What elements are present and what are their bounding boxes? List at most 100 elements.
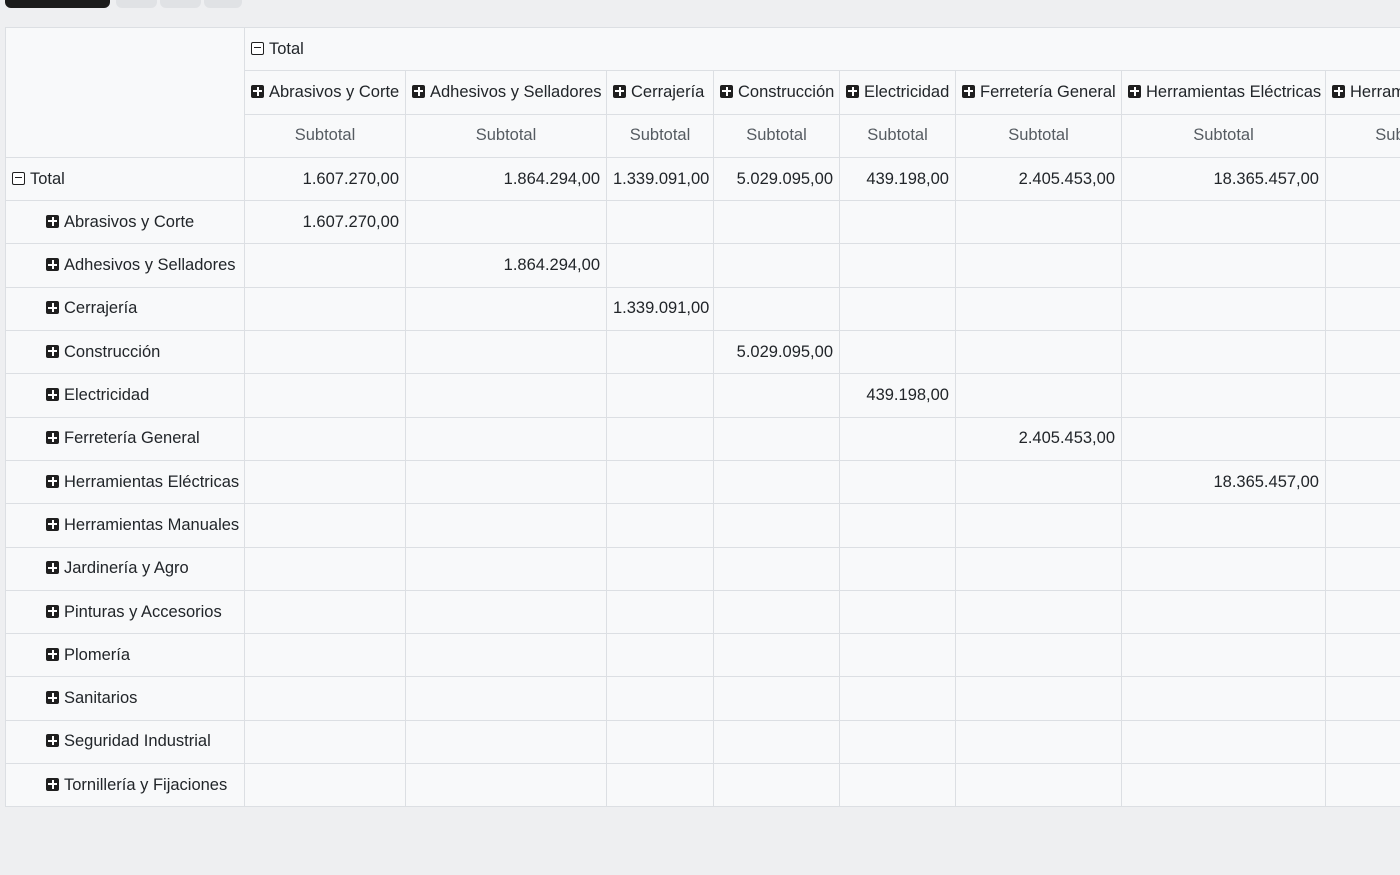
row-header-group[interactable]: Electricidad (5, 373, 245, 418)
pivot-cell[interactable]: 1.339.091,00 (606, 286, 714, 332)
measure-header-subtotal[interactable]: Subtotal (839, 113, 956, 158)
col-header-group[interactable]: Cerrajería (606, 70, 714, 115)
pivot-cell[interactable] (244, 633, 406, 678)
pivot-cell[interactable] (244, 589, 406, 635)
pivot-cell[interactable] (606, 459, 714, 505)
col-header-group[interactable]: Herramientas Manuales (1324, 70, 1400, 115)
pivot-cell[interactable] (839, 633, 956, 678)
pivot-cell[interactable] (1324, 503, 1400, 548)
pivot-cell[interactable] (1121, 676, 1326, 721)
pivot-cell[interactable] (1324, 589, 1400, 635)
pivot-cell[interactable] (244, 243, 406, 288)
pivot-cell[interactable] (405, 286, 607, 332)
pivot-cell[interactable] (1121, 589, 1326, 635)
row-header-group[interactable]: Jardinería y Agro (5, 546, 245, 591)
pivot-cell[interactable] (244, 459, 406, 505)
pivot-cell[interactable] (405, 589, 607, 635)
pivot-cell-total[interactable]: 5.029.095,00 (713, 156, 840, 202)
row-header-group[interactable]: Ferretería General (5, 416, 245, 461)
pivot-cell[interactable] (1121, 546, 1326, 591)
pivot-cell[interactable]: 18.365.457,00 (1121, 459, 1326, 505)
pivot-cell[interactable] (955, 373, 1122, 418)
pivot-cell[interactable] (1121, 200, 1326, 245)
pivot-cell[interactable] (244, 416, 406, 461)
measure-header-subtotal[interactable]: Subtotal (1121, 113, 1326, 158)
pivot-cell[interactable] (713, 243, 840, 288)
pivot-cell[interactable] (839, 676, 956, 721)
pivot-cell[interactable] (1121, 373, 1326, 418)
pivot-cell[interactable] (1324, 763, 1400, 808)
pivot-cell[interactable] (955, 719, 1122, 765)
row-header-group[interactable]: Construcción (5, 330, 245, 375)
pivot-cell[interactable] (955, 633, 1122, 678)
row-header-total[interactable]: Total (5, 156, 245, 202)
pivot-cell[interactable] (244, 676, 406, 721)
pivot-cell[interactable] (955, 459, 1122, 505)
pivot-cell[interactable] (713, 589, 840, 635)
pivot-cell[interactable] (713, 633, 840, 678)
pivot-cell-total[interactable]: 18.365.457,00 (1121, 156, 1326, 202)
measure-header-subtotal[interactable]: Subtotal (955, 113, 1122, 158)
pivot-cell[interactable] (606, 676, 714, 721)
row-header-group[interactable]: Tornillería y Fijaciones (5, 763, 245, 808)
pivot-cell-total[interactable]: 1.864.294,00 (405, 156, 607, 202)
pivot-cell[interactable] (839, 589, 956, 635)
pivot-cell-total[interactable]: 1.339.091,00 (606, 156, 714, 202)
pivot-cell[interactable] (405, 633, 607, 678)
pivot-cell[interactable] (839, 330, 956, 375)
pivot-cell[interactable] (955, 503, 1122, 548)
col-header-group[interactable]: Construcción (713, 70, 840, 115)
col-header-group[interactable]: Electricidad (839, 70, 956, 115)
pivot-cell[interactable] (1324, 373, 1400, 418)
pivot-cell[interactable] (955, 243, 1122, 288)
pivot-cell[interactable] (405, 373, 607, 418)
pivot-cell[interactable] (606, 503, 714, 548)
pivot-cell[interactable] (405, 200, 607, 245)
pivot-cell[interactable] (1324, 286, 1400, 332)
pivot-cell[interactable] (244, 503, 406, 548)
pivot-cell[interactable]: 1.607.270,00 (244, 200, 406, 245)
pivot-cell[interactable] (405, 546, 607, 591)
primary-button[interactable] (5, 0, 110, 8)
pivot-cell-total[interactable] (1324, 156, 1400, 202)
row-header-group[interactable]: Herramientas Manuales (5, 503, 245, 548)
pivot-cell[interactable] (405, 459, 607, 505)
pivot-cell[interactable] (1121, 243, 1326, 288)
pivot-cell[interactable] (1324, 416, 1400, 461)
pivot-cell-total[interactable]: 1.607.270,00 (244, 156, 406, 202)
pivot-cell[interactable] (606, 373, 714, 418)
col-header-group[interactable]: Abrasivos y Corte (244, 70, 406, 115)
pivot-cell[interactable] (606, 589, 714, 635)
row-header-group[interactable]: Herramientas Eléctricas (5, 459, 245, 505)
measure-header-subtotal[interactable]: Subtotal (606, 113, 714, 158)
pivot-cell[interactable] (606, 546, 714, 591)
measure-header-subtotal[interactable]: Subtotal (405, 113, 607, 158)
pivot-cell[interactable] (1121, 416, 1326, 461)
pivot-cell[interactable] (1324, 459, 1400, 505)
pivot-cell[interactable] (244, 763, 406, 808)
col-header-group[interactable]: Herramientas Eléctricas (1121, 70, 1326, 115)
pivot-cell[interactable] (606, 416, 714, 461)
pivot-cell[interactable] (955, 589, 1122, 635)
pivot-cell[interactable] (606, 763, 714, 808)
pivot-cell[interactable] (1324, 546, 1400, 591)
row-header-group[interactable]: Seguridad Industrial (5, 719, 245, 765)
pivot-cell[interactable] (244, 373, 406, 418)
pivot-cell[interactable] (405, 416, 607, 461)
pivot-cell[interactable] (839, 459, 956, 505)
col-header-group[interactable]: Ferretería General (955, 70, 1122, 115)
pivot-cell[interactable] (606, 330, 714, 375)
pivot-cell[interactable]: 5.029.095,00 (713, 330, 840, 375)
pivot-cell[interactable] (606, 243, 714, 288)
pivot-cell[interactable] (713, 200, 840, 245)
pivot-cell[interactable] (1121, 503, 1326, 548)
pivot-cell[interactable] (839, 286, 956, 332)
row-header-group[interactable]: Abrasivos y Corte (5, 200, 245, 245)
pivot-cell[interactable] (1121, 286, 1326, 332)
pivot-cell[interactable] (1324, 633, 1400, 678)
pivot-cell[interactable] (405, 503, 607, 548)
pivot-cell[interactable] (713, 763, 840, 808)
pivot-cell[interactable] (839, 546, 956, 591)
row-header-group[interactable]: Sanitarios (5, 676, 245, 721)
pivot-cell[interactable] (606, 633, 714, 678)
